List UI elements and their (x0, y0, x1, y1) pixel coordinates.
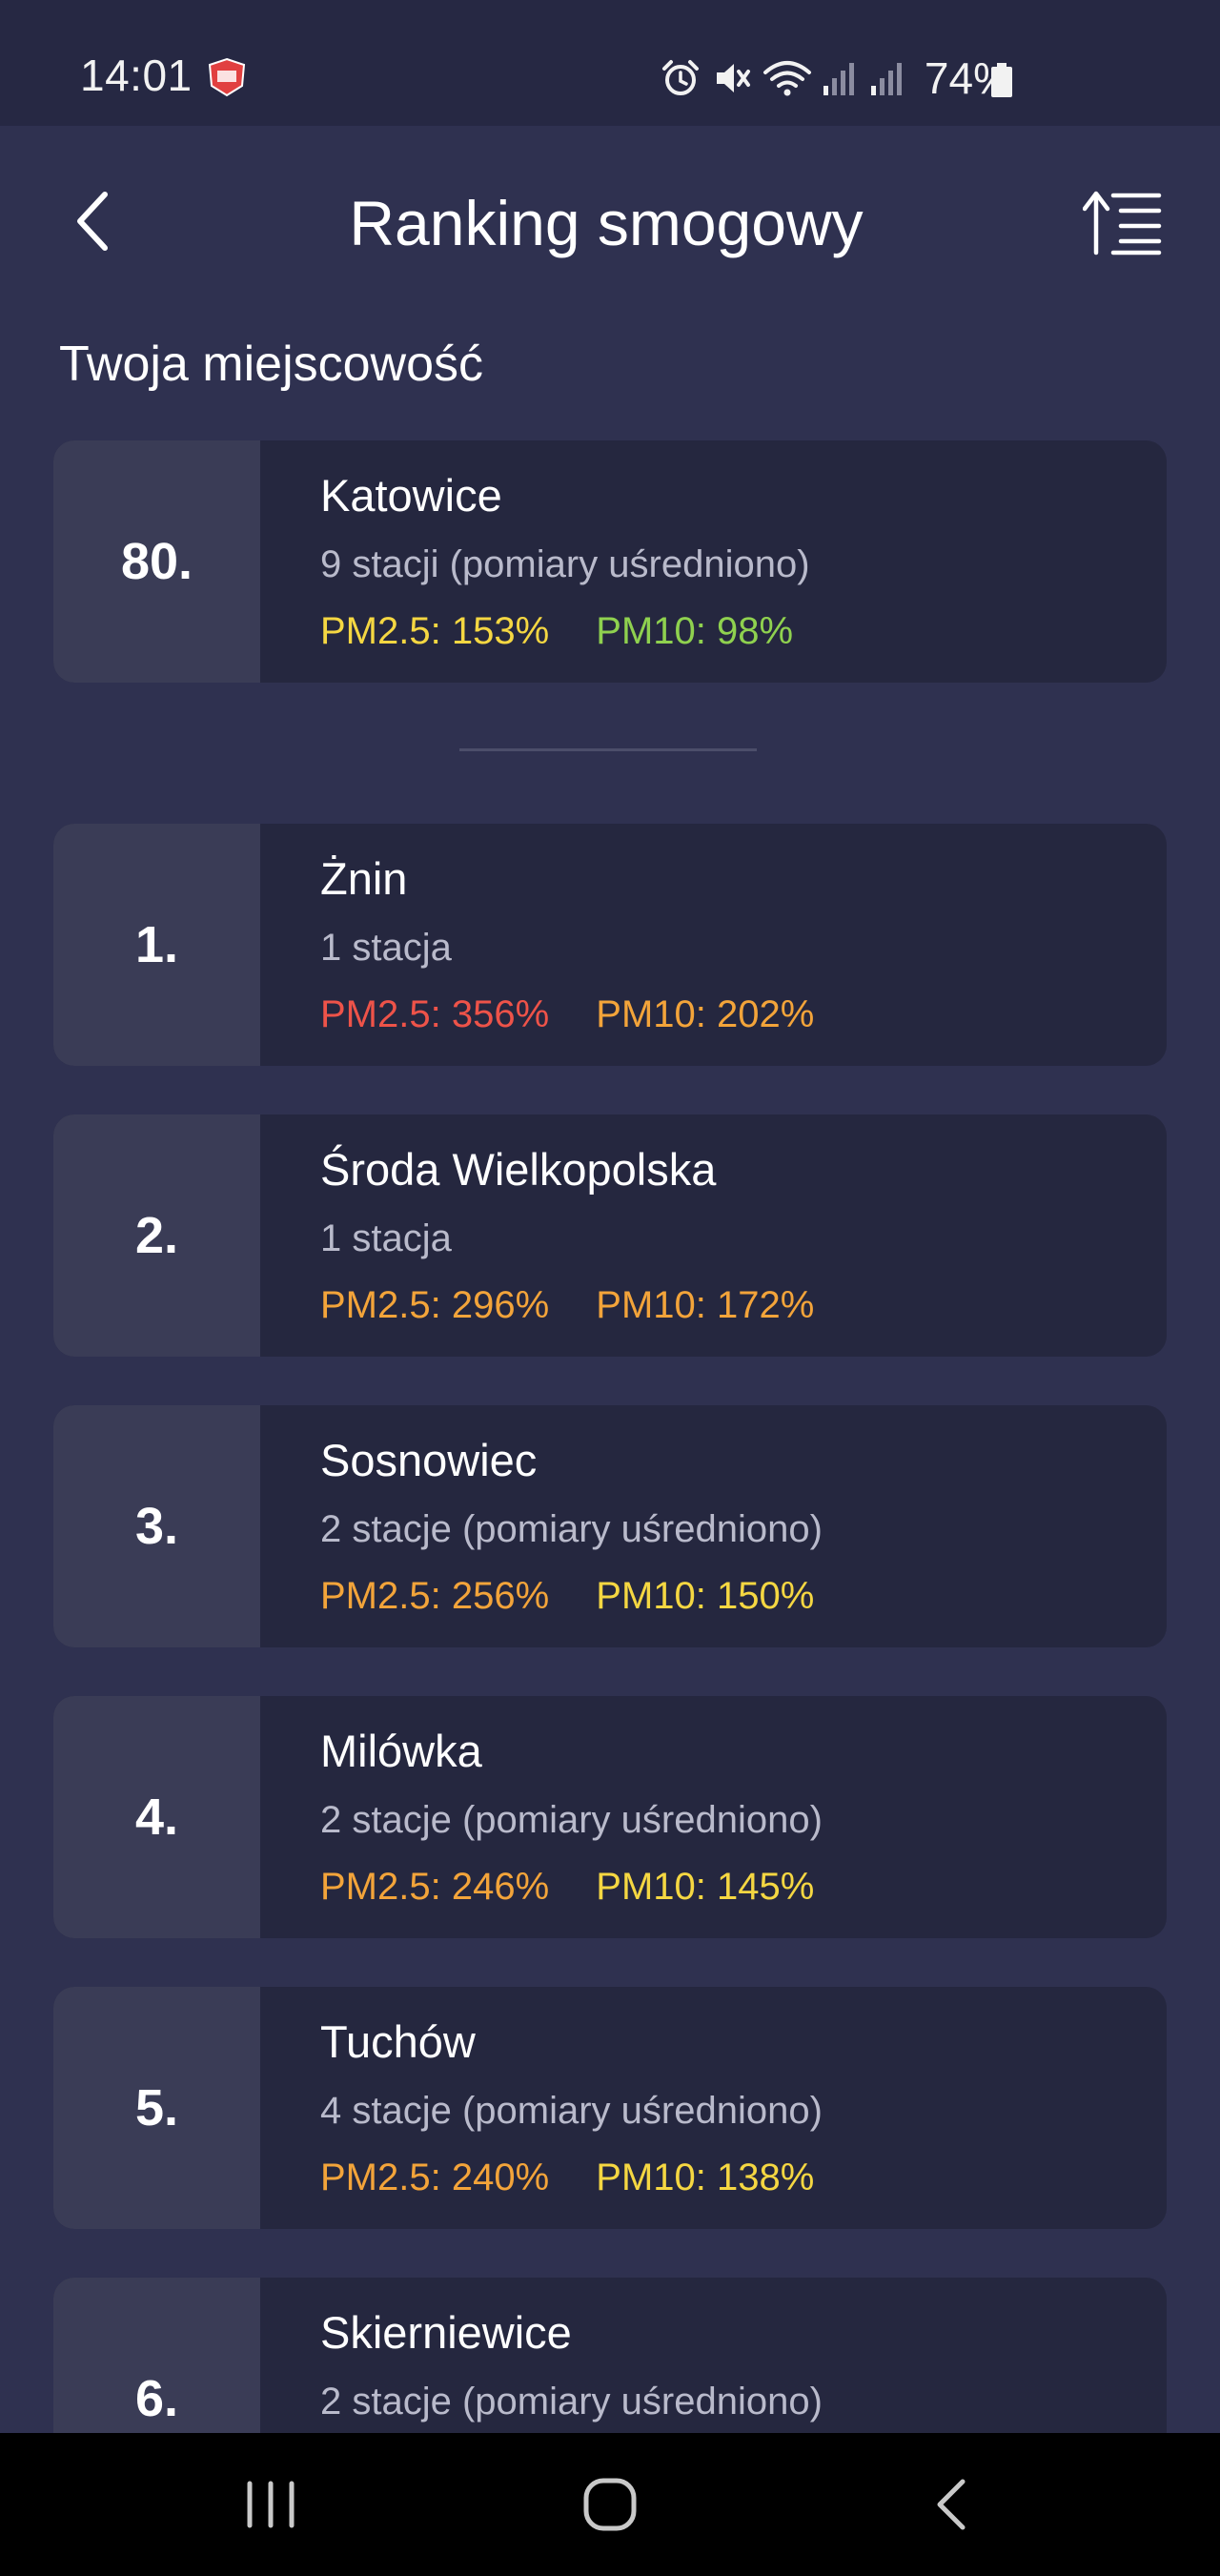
page-title: Ranking smogowy (349, 188, 864, 258)
ranking-item[interactable]: 3. Sosnowiec 2 stacje (pomiary uśrednion… (53, 1405, 1167, 1647)
pollution-metrics: PM2.5: 240% PM10: 138% (320, 2153, 1148, 2202)
pollution-metrics: PM2.5: 246% PM10: 145% (320, 1862, 1148, 1912)
pollution-metrics: PM2.5: 153% PM10: 98% (320, 606, 1148, 656)
station-count: 9 stacji (pomiary uśredniono) (320, 543, 810, 585)
card-body: Milówka 2 stacje (pomiary uśredniono) PM… (320, 1725, 1148, 1912)
rank-number: 4. (53, 1696, 260, 1938)
card-body: Tuchów 4 stacje (pomiary uśredniono) PM2… (320, 2015, 1148, 2202)
ranking-item[interactable]: 4. Milówka 2 stacje (pomiary uśredniono)… (53, 1696, 1167, 1938)
signal-icon-2 (870, 63, 902, 95)
station-count: 1 stacja (320, 1217, 452, 1259)
section-label-my-location: Twoja miejscowość (59, 337, 484, 392)
status-icons: 74% (660, 53, 1012, 103)
pm10-value: PM10: 138% (596, 2157, 815, 2198)
city-name: Katowice (320, 470, 502, 521)
card-body: Żnin 1 stacja PM2.5: 356% PM10: 202% (320, 852, 1148, 1039)
station-count: 1 stacja (320, 927, 452, 969)
home-icon (583, 2478, 637, 2531)
station-count: 2 stacje (pomiary uśredniono) (320, 2381, 823, 2423)
station-count: 2 stacje (pomiary uśredniono) (320, 1508, 823, 1550)
pm25-value: PM2.5: 240% (320, 2157, 550, 2198)
home-button[interactable] (534, 2433, 686, 2576)
pm10-value: PM10: 150% (596, 1575, 815, 1617)
alarm-icon (661, 60, 699, 95)
pm25-value: PM2.5: 153% (320, 610, 550, 652)
pm10-value: PM10: 145% (596, 1866, 815, 1908)
rank-number: 3. (53, 1405, 260, 1647)
app-notification-icon (208, 57, 246, 97)
pollution-metrics: PM2.5: 256% PM10: 150% (320, 1571, 1148, 1621)
sort-list-icon (1083, 191, 1162, 256)
card-body: Katowice 9 stacji (pomiary uśredniono) P… (320, 469, 1148, 656)
ranking-item[interactable]: 2. Środa Wielkopolska 1 stacja PM2.5: 29… (53, 1114, 1167, 1357)
rank-number: 5. (53, 1987, 260, 2229)
pm25-value: PM2.5: 296% (320, 1284, 550, 1326)
pm10-value: PM10: 202% (596, 993, 815, 1035)
pm10-value: PM10: 98% (596, 610, 794, 652)
card-body: Sosnowiec 2 stacje (pomiary uśredniono) … (320, 1434, 1148, 1621)
mute-icon (716, 64, 750, 92)
status-time: 14:01 (80, 51, 193, 100)
recent-apps-icon (247, 2481, 295, 2528)
ranking-item[interactable]: 5. Tuchów 4 stacje (pomiary uśredniono) … (53, 1987, 1167, 2229)
pm25-value: PM2.5: 246% (320, 1866, 550, 1908)
wifi-icon (762, 61, 811, 96)
city-name: Milówka (320, 1726, 482, 1776)
system-nav-bar (0, 2433, 1220, 2576)
pollution-metrics: PM2.5: 356% PM10: 202% (320, 990, 1148, 1039)
battery-icon (991, 63, 1012, 97)
ranking-item[interactable]: 1. Żnin 1 stacja PM2.5: 356% PM10: 202% (53, 824, 1167, 1066)
pollution-metrics: PM2.5: 296% PM10: 172% (320, 1280, 1148, 1330)
city-name: Żnin (320, 853, 408, 904)
city-name: Skierniewice (320, 2307, 572, 2358)
sort-button[interactable] (1077, 183, 1169, 263)
signal-icon (823, 63, 854, 95)
recent-apps-button[interactable] (194, 2433, 347, 2576)
city-name: Tuchów (320, 2016, 476, 2067)
city-name: Sosnowiec (320, 1435, 538, 1485)
city-name: Środa Wielkopolska (320, 1144, 717, 1195)
station-count: 2 stacje (pomiary uśredniono) (320, 1799, 823, 1841)
card-body: Środa Wielkopolska 1 stacja PM2.5: 296% … (320, 1143, 1148, 1330)
pm10-value: PM10: 172% (596, 1284, 815, 1326)
pm25-value: PM2.5: 356% (320, 993, 550, 1035)
back-nav-icon (937, 2479, 966, 2530)
rank-number: 2. (53, 1114, 260, 1357)
pm25-value: PM2.5: 256% (320, 1575, 550, 1617)
app-header: Ranking smogowy (0, 126, 1220, 317)
rank-number: 1. (53, 824, 260, 1066)
rank-number: 80. (53, 440, 260, 683)
section-divider (459, 748, 757, 751)
my-location-card[interactable]: 80. Katowice 9 stacji (pomiary uśrednion… (53, 440, 1167, 683)
status-bar: 14:01 74% (0, 0, 1220, 126)
back-nav-button[interactable] (875, 2433, 1027, 2576)
station-count: 4 stacje (pomiary uśredniono) (320, 2090, 823, 2132)
